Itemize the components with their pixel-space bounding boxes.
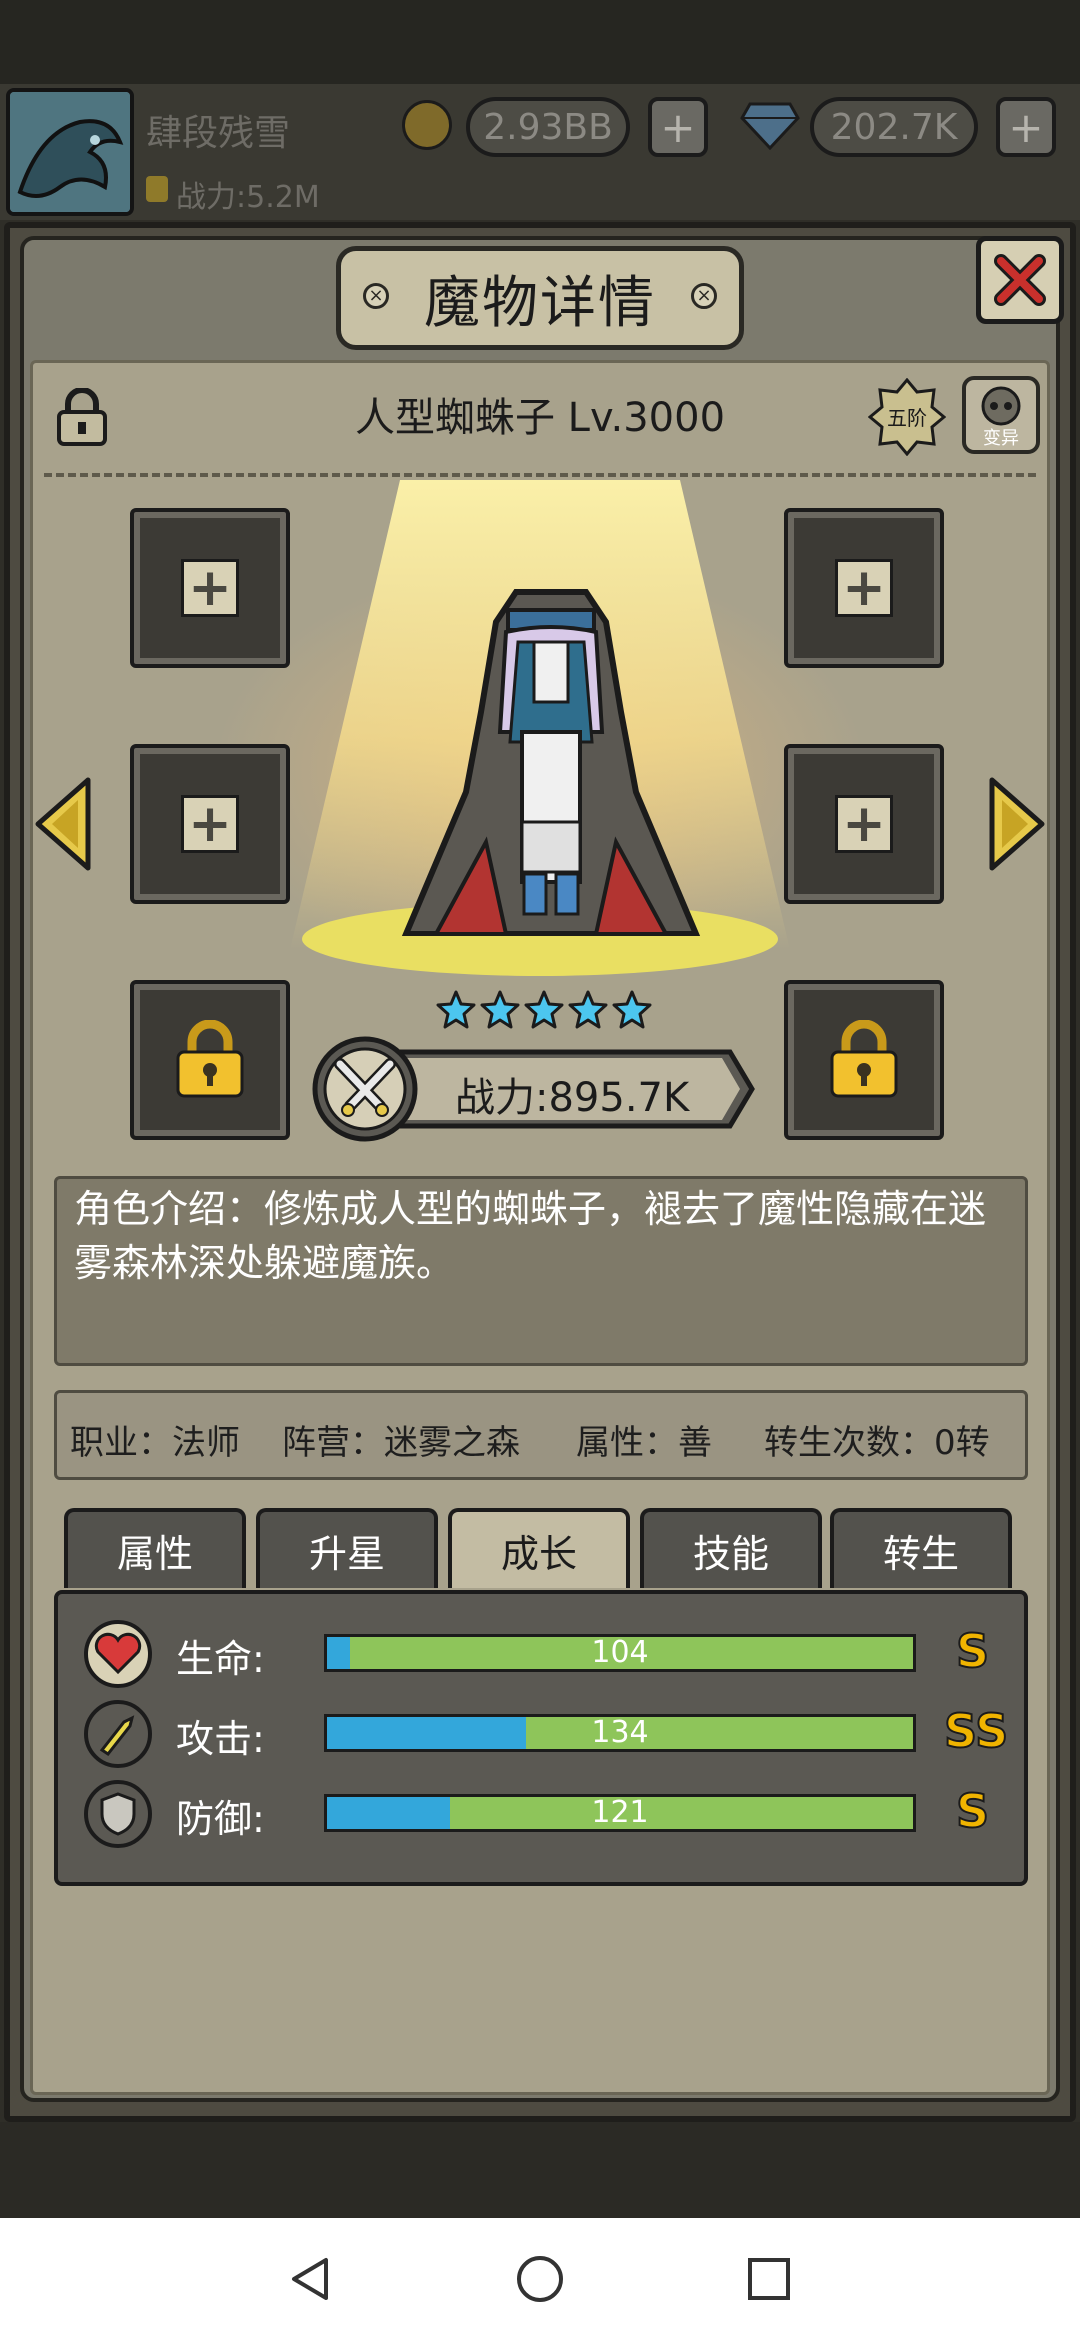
add-gems-button[interactable]: + xyxy=(996,97,1056,157)
tab-rebirth[interactable]: 转生 xyxy=(830,1508,1012,1588)
rivet-icon: × xyxy=(691,283,717,309)
attack-grade: SS xyxy=(943,1703,1009,1759)
recents-nav-icon[interactable] xyxy=(744,2254,794,2304)
monster-power: 战力:895.7K xyxy=(455,1075,690,1121)
defense-label: 防御: xyxy=(176,1797,265,1841)
close-button[interactable] xyxy=(976,236,1064,324)
attribute-info: 属性：善 xyxy=(576,1423,712,1463)
tab-growth[interactable]: 成长 xyxy=(448,1508,630,1588)
equip-slot-3[interactable]: + xyxy=(130,744,290,904)
dragon-avatar-icon xyxy=(10,92,130,212)
hp-label: 生命: xyxy=(176,1637,265,1681)
star-icon xyxy=(612,990,652,1029)
tab-skills[interactable]: 技能 xyxy=(640,1508,822,1588)
padlock-icon xyxy=(176,1020,244,1098)
hp-growth-value: 104 xyxy=(591,1635,649,1670)
prev-arrow-icon[interactable] xyxy=(34,776,92,872)
defense-growth-bar: 121 xyxy=(324,1794,916,1832)
heart-icon xyxy=(84,1620,152,1688)
rebirth-info: 转生次数：0转 xyxy=(764,1423,990,1463)
star-icon xyxy=(480,990,520,1029)
padlock-icon xyxy=(830,1020,898,1098)
gold-amount: 2.93BB xyxy=(466,97,630,157)
plus-icon: + xyxy=(835,795,893,853)
job-info: 职业：法师 xyxy=(70,1423,240,1463)
monster-figure xyxy=(401,589,701,936)
gem-amount: 202.7K xyxy=(810,97,978,157)
intro-text: 角色介绍：修炼成人型的蜘蛛子，褪去了魔性隐藏在迷雾森林深处躲避魔族。 xyxy=(74,1187,987,1285)
close-icon xyxy=(994,254,1046,306)
next-arrow-icon[interactable] xyxy=(988,776,1046,872)
attack-growth-bar: 134 xyxy=(324,1714,916,1752)
rank-badge-label: 五阶 xyxy=(887,406,927,430)
shield-icon xyxy=(84,1780,152,1848)
equip-slot-locked-2[interactable] xyxy=(784,980,944,1140)
equip-slot-locked-1[interactable] xyxy=(130,980,290,1140)
equip-slot-2[interactable]: + xyxy=(784,508,944,668)
divider xyxy=(44,473,1036,477)
defense-growth-value: 121 xyxy=(591,1795,649,1830)
home-nav-icon[interactable] xyxy=(515,2254,565,2304)
status-bar-area xyxy=(0,0,1080,90)
gold-coin-icon xyxy=(402,100,452,150)
player-name: 肆段残雪 xyxy=(146,113,291,154)
add-gold-button[interactable]: + xyxy=(648,97,708,157)
rivet-icon: × xyxy=(363,283,389,309)
sword-icon xyxy=(84,1700,152,1768)
hp-growth-bar: 104 xyxy=(324,1634,916,1672)
power-icon xyxy=(146,176,168,202)
equip-slot-1[interactable]: + xyxy=(130,508,290,668)
equip-slot-4[interactable]: + xyxy=(784,744,944,904)
mutate-badge-label: 变异 xyxy=(983,428,1019,449)
tab-attributes[interactable]: 属性 xyxy=(64,1508,246,1588)
hp-grade: S xyxy=(955,1623,990,1679)
camp-info: 阵营：迷雾之森 xyxy=(282,1423,520,1463)
back-nav-icon[interactable] xyxy=(286,2254,336,2304)
panel-title: 魔物详情 xyxy=(424,270,656,336)
star-rating xyxy=(436,990,652,1036)
plus-icon: + xyxy=(181,559,239,617)
defense-grade: S xyxy=(955,1783,990,1839)
star-icon xyxy=(524,990,564,1029)
plus-icon: + xyxy=(181,795,239,853)
star-icon xyxy=(436,990,476,1029)
star-icon xyxy=(568,990,608,1029)
mutate-badge[interactable]: 变异 xyxy=(962,376,1040,454)
rank-badge[interactable]: 五阶 xyxy=(868,378,946,456)
tab-star-up[interactable]: 升星 xyxy=(256,1508,438,1588)
diamond-icon xyxy=(740,102,800,150)
attack-label: 攻击: xyxy=(176,1717,265,1761)
system-nav-bar xyxy=(0,2218,1080,2340)
player-power: 战力:5.2M xyxy=(176,180,320,215)
game-bottom-bar xyxy=(0,2122,1080,2218)
player-avatar[interactable] xyxy=(6,88,134,216)
attack-growth-value: 134 xyxy=(591,1715,649,1750)
title-plate: × 魔物详情 × xyxy=(336,246,744,350)
plus-icon: + xyxy=(835,559,893,617)
